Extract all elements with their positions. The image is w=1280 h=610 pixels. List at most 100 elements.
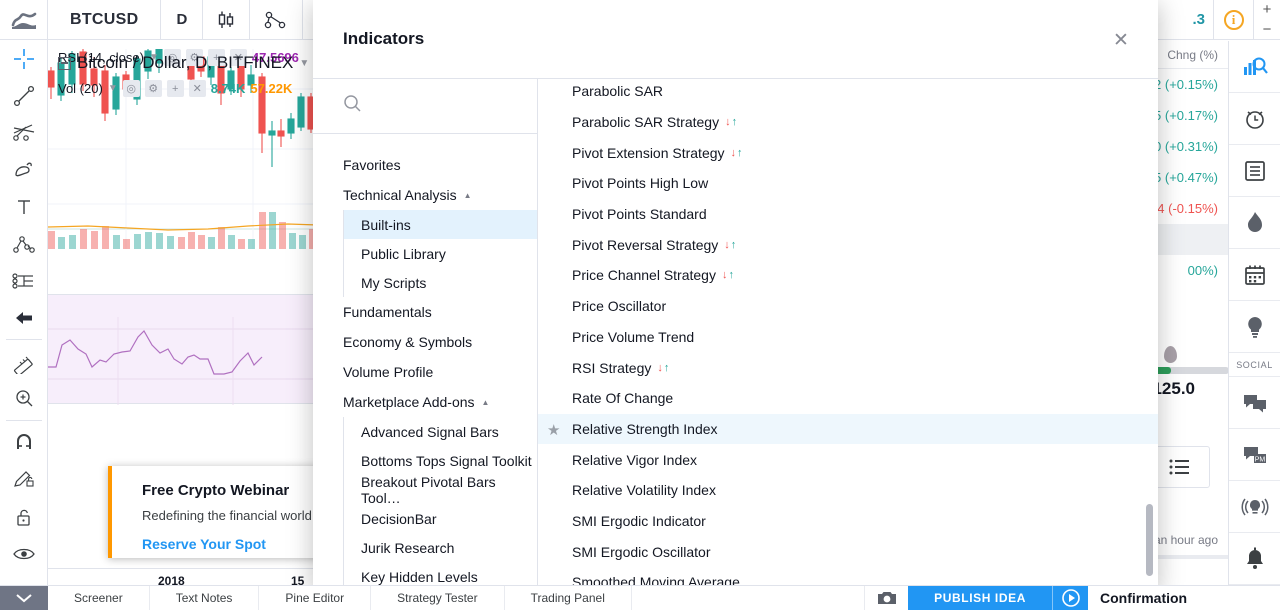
measure-tool[interactable]	[0, 343, 48, 380]
indicator-item[interactable]: RSI Strategy ↓↑	[538, 352, 1158, 383]
ideas-icon[interactable]	[1229, 301, 1280, 353]
category-technical-analysis[interactable]: Technical Analysis ▲	[313, 180, 537, 210]
indicators-dialog: Indicators ✕ Favorites Technical Analysi…	[313, 0, 1158, 590]
toolbar-divider	[5, 339, 42, 340]
text-tool[interactable]	[0, 188, 48, 225]
indicator-item[interactable]: Pivot Extension Strategy ↓↑	[538, 137, 1158, 168]
lock-drawings-tool[interactable]	[0, 498, 48, 535]
star-icon[interactable]: ★	[547, 421, 560, 439]
close-icon[interactable]: ✕	[1108, 27, 1134, 53]
sidebar-item-jurik-research[interactable]: Jurik Research	[344, 533, 537, 562]
indicator-label: Pivot Points Standard	[572, 206, 707, 223]
streams-icon[interactable]	[1229, 481, 1280, 533]
close-icon[interactable]: ✕	[188, 80, 206, 97]
collapse-panel-button[interactable]	[0, 586, 48, 610]
prediction-tool[interactable]	[0, 262, 48, 299]
alerts-icon[interactable]	[1229, 93, 1280, 145]
subcategory-label: Advanced Signal Bars	[361, 423, 499, 440]
list-icon[interactable]	[1150, 446, 1210, 488]
magnet-tool[interactable]	[0, 424, 48, 461]
app-logo[interactable]	[0, 0, 48, 39]
indicator-item[interactable]: Pivot Points Standard	[538, 199, 1158, 230]
data-window-icon[interactable]	[1229, 145, 1280, 197]
hide-drawings-tool[interactable]	[0, 535, 48, 572]
patterns-tool[interactable]	[0, 225, 48, 262]
notifications-icon[interactable]	[1229, 533, 1280, 585]
camera-icon[interactable]	[864, 586, 908, 610]
indicator-label: Pivot Reversal Strategy	[572, 236, 719, 253]
chart-title-row[interactable]: Bitcoin / Dollar, D, BITFINEX ▼	[58, 53, 309, 73]
private-chat-icon[interactable]: PM	[1229, 429, 1280, 481]
zoom-tool[interactable]	[0, 380, 48, 417]
category-fundamentals[interactable]: Fundamentals	[313, 297, 537, 327]
hotlist-icon[interactable]	[1229, 197, 1280, 249]
strategy-arrows-icon: ↓↑	[722, 269, 735, 281]
eye-icon[interactable]: ◎	[122, 80, 140, 97]
category-economy-symbols[interactable]: Economy & Symbols	[313, 327, 537, 357]
info-circle-icon[interactable]: i	[1214, 0, 1254, 39]
drawing-mode-tool[interactable]	[0, 461, 48, 498]
sidebar-item-bottoms-tops-signal-toolkit[interactable]: Bottoms Tops Signal Toolkit	[344, 446, 537, 475]
subcategory-label: My Scripts	[361, 274, 427, 291]
symbol-button[interactable]: BTCUSD	[48, 0, 162, 39]
indicator-item[interactable]: Rate Of Change	[538, 383, 1158, 414]
indicator-item[interactable]: SMI Ergodic Indicator	[538, 506, 1158, 537]
arrow-marker-tool[interactable]	[0, 299, 48, 336]
sidebar-item-my-scripts[interactable]: My Scripts	[344, 268, 537, 297]
trend-line-tool[interactable]	[0, 77, 48, 114]
bottom-spacer	[632, 586, 864, 610]
indicator-item[interactable]: Relative Volatility Index	[538, 475, 1158, 506]
indicator-label: Relative Vigor Index	[572, 451, 698, 468]
candlestick-icon[interactable]	[203, 0, 251, 39]
category-favorites[interactable]: Favorites	[313, 150, 537, 180]
sidebar-item-advanced-signal-bars[interactable]: Advanced Signal Bars	[344, 417, 537, 446]
tab-trading-panel[interactable]: Trading Panel	[505, 586, 632, 610]
indicator-item[interactable]: Pivot Points High Low	[538, 168, 1158, 199]
tab-strategy-tester[interactable]: Strategy Tester	[371, 586, 505, 610]
gear-icon[interactable]: ⚙	[144, 80, 162, 97]
ad-cta-link[interactable]: Reserve Your Spot	[142, 536, 266, 552]
publish-idea-button[interactable]: PUBLISH IDEA	[908, 586, 1052, 610]
indicator-item[interactable]: Parabolic SAR Strategy ↓↑	[538, 107, 1158, 138]
collapse-pane-icon[interactable]	[58, 56, 71, 70]
compare-icon[interactable]	[250, 0, 304, 39]
fib-tool[interactable]	[0, 114, 48, 151]
interval-button[interactable]: D	[161, 0, 204, 39]
tab-screener[interactable]: Screener	[48, 586, 150, 610]
sidebar-item-decisionbar[interactable]: DecisionBar	[344, 504, 537, 533]
chevron-down-icon-volume[interactable]: ▼	[108, 83, 118, 94]
indicator-list-panel[interactable]: Parabolic SAR Parabolic SAR Strategy ↓↑ Piv…	[538, 79, 1158, 590]
tab-text-notes[interactable]: Text Notes	[150, 586, 260, 610]
zoom-out-button[interactable]: −	[1254, 20, 1280, 40]
search-input[interactable]	[313, 79, 537, 134]
indicator-item[interactable]: Price Oscillator	[538, 291, 1158, 322]
brush-tool[interactable]	[0, 151, 48, 188]
indicator-item[interactable]: ★ Relative Strength Index	[538, 413, 1158, 445]
indicator-label: Price Volume Trend	[572, 328, 695, 345]
calendar-icon[interactable]	[1229, 249, 1280, 301]
crosshair-tool[interactable]	[0, 40, 48, 77]
volume-label[interactable]: Vol (20)	[58, 81, 103, 96]
plus-icon[interactable]: +	[166, 80, 184, 97]
play-circle-icon[interactable]	[1052, 586, 1088, 610]
zoom-in-button[interactable]: +	[1254, 0, 1280, 20]
chat-icon[interactable]	[1229, 377, 1280, 429]
indicator-label: RSI Strategy	[572, 359, 652, 376]
indicator-item[interactable]: Price Volume Trend	[538, 322, 1158, 353]
category-marketplace-addons[interactable]: Marketplace Add-ons ▲	[313, 387, 537, 417]
chevron-down-icon[interactable]: ▼	[299, 58, 309, 69]
tab-pine-editor[interactable]: Pine Editor	[259, 586, 372, 610]
watchlist-icon[interactable]	[1229, 41, 1280, 93]
indicator-item[interactable]: SMI Ergodic Oscillator	[538, 536, 1158, 567]
sidebar-item-public-library[interactable]: Public Library	[344, 239, 537, 268]
ad-title: Free Crypto Webinar	[142, 482, 290, 499]
indicator-label: Parabolic SAR Strategy	[572, 114, 720, 131]
indicator-item[interactable]: Pivot Reversal Strategy ↓↑	[538, 229, 1158, 260]
sidebar-item-built-ins[interactable]: Built-ins	[344, 210, 537, 239]
category-volume-profile[interactable]: Volume Profile	[313, 357, 537, 387]
indicator-item[interactable]: Price Channel Strategy ↓↑	[538, 260, 1158, 291]
indicator-item[interactable]: Relative Vigor Index	[538, 444, 1158, 475]
indicator-list-scrollbar[interactable]	[1146, 504, 1153, 576]
sidebar-item-breakout-pivotal-bars[interactable]: Breakout Pivotal Bars Tool…	[344, 474, 537, 506]
indicator-item[interactable]: Parabolic SAR	[538, 79, 1158, 107]
